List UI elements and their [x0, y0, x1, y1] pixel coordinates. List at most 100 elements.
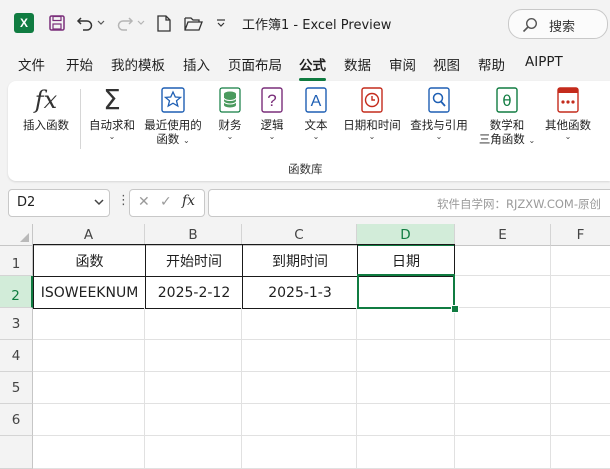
text-functions-label: 文本 [304, 118, 328, 132]
cell-a5[interactable] [33, 372, 145, 404]
redo-icon[interactable] [114, 12, 136, 34]
cell-c1[interactable]: 到期时间 [242, 244, 358, 277]
cell-e6[interactable] [455, 404, 551, 436]
fill-handle[interactable] [451, 305, 459, 313]
cell-f7[interactable] [551, 436, 610, 469]
row-header-6[interactable]: 6 [0, 404, 33, 436]
spreadsheet-grid: A B C D E F 1 2 3 4 5 6 函数 开始时间 到期时间 日期 … [0, 224, 610, 469]
column-header-a[interactable]: A [33, 224, 145, 246]
customize-toolbar-icon[interactable] [214, 12, 228, 34]
financial-button[interactable]: 财务 ⌄ [210, 85, 250, 155]
formula-input[interactable]: 软件自学网：RJZXW.COM-原创 [208, 189, 610, 217]
lookup-reference-button[interactable]: 查找与引用 ⌄ [406, 85, 472, 155]
cell-c5[interactable] [242, 372, 357, 404]
row-header-4[interactable]: 4 [0, 340, 33, 372]
cell-f5[interactable] [551, 372, 610, 404]
insert-function-label: 插入函数 [23, 118, 69, 132]
cell-d1[interactable]: 日期 [357, 244, 455, 277]
cell-b1[interactable]: 开始时间 [145, 244, 243, 277]
recent-functions-button[interactable]: 最近使用的 函数 ⌄ [140, 85, 206, 155]
fx-icon: fx [34, 86, 58, 114]
row-header-5[interactable]: 5 [0, 372, 33, 404]
cell-c7[interactable] [242, 436, 357, 469]
math-trig-button[interactable]: θ 数学和 三角函数 ⌄ [474, 85, 540, 155]
cell-b6[interactable] [145, 404, 242, 436]
cell-b7[interactable] [145, 436, 242, 469]
column-header-d[interactable]: D [357, 224, 455, 246]
tab-insert[interactable]: 插入 [183, 54, 210, 74]
tab-review[interactable]: 审阅 [389, 54, 416, 74]
cell-c4[interactable] [242, 340, 357, 372]
cell-c6[interactable] [242, 404, 357, 436]
cell-d7[interactable] [357, 436, 455, 469]
cell-a6[interactable] [33, 404, 145, 436]
tab-file[interactable]: 文件 [18, 54, 45, 74]
cell-b5[interactable] [145, 372, 242, 404]
cell-a7[interactable] [33, 436, 145, 469]
cell-f6[interactable] [551, 404, 610, 436]
tab-page-layout[interactable]: 页面布局 [228, 54, 282, 74]
cell-f2[interactable] [551, 276, 610, 308]
cell-f4[interactable] [551, 340, 610, 372]
cell-b2[interactable]: 2025-2-12 [145, 276, 243, 309]
title-bar: X 工作簿1 - Excel Preview 搜索 [0, 0, 610, 46]
cell-a3[interactable] [33, 308, 145, 340]
insert-function-button[interactable]: fx 插入函数 [18, 85, 74, 155]
more-functions-button[interactable]: 其他函数 ⌄ [540, 85, 596, 155]
redo-dropdown-icon[interactable] [136, 12, 146, 34]
function-library-group-label: 函数库 [288, 162, 323, 176]
chevron-down-icon[interactable] [93, 196, 105, 208]
cell-c2[interactable]: 2025-1-3 [242, 276, 358, 309]
cell-f1[interactable] [551, 246, 610, 276]
column-header-e[interactable]: E [455, 224, 551, 246]
cell-e2[interactable] [455, 276, 551, 308]
cell-e5[interactable] [455, 372, 551, 404]
new-file-icon[interactable] [153, 12, 175, 34]
search-box[interactable]: 搜索 [508, 9, 608, 39]
date-time-button[interactable]: 日期和时间 ⌄ [338, 85, 406, 155]
cell-d5[interactable] [357, 372, 455, 404]
cell-e7[interactable] [455, 436, 551, 469]
cell-a2[interactable]: ISOWEEKNUM [33, 276, 146, 309]
autosum-button[interactable]: Σ 自动求和 ⌄ [86, 85, 138, 155]
row-header-1[interactable]: 1 [0, 246, 33, 276]
cell-d4[interactable] [357, 340, 455, 372]
fx-icon[interactable]: fx [182, 193, 195, 209]
cell-e1[interactable] [455, 246, 551, 276]
cell-a1[interactable]: 函数 [33, 244, 146, 277]
tab-aippt[interactable]: AIPPT [525, 54, 563, 70]
cancel-icon[interactable]: ✕ [138, 194, 150, 210]
cell-e3[interactable] [455, 308, 551, 340]
tab-my-templates[interactable]: 我的模板 [111, 54, 165, 74]
tab-formulas[interactable]: 公式 [299, 54, 326, 81]
text-functions-button[interactable]: A 文本 ⌄ [296, 85, 336, 155]
logical-button[interactable]: ? 逻辑 ⌄ [252, 85, 292, 155]
tab-view[interactable]: 视图 [433, 54, 460, 74]
select-all-button[interactable] [0, 224, 33, 246]
tab-data[interactable]: 数据 [344, 54, 371, 74]
column-header-b[interactable]: B [145, 224, 242, 246]
check-icon[interactable]: ✓ [160, 194, 172, 210]
cell-a4[interactable] [33, 340, 145, 372]
open-folder-icon[interactable] [181, 12, 205, 34]
save-icon[interactable] [46, 12, 68, 34]
column-header-f[interactable]: F [551, 224, 610, 246]
tab-help[interactable]: 帮助 [478, 54, 505, 74]
tab-home[interactable]: 开始 [66, 54, 93, 74]
undo-dropdown-icon[interactable] [96, 12, 106, 34]
column-header-c[interactable]: C [242, 224, 357, 246]
cell-b4[interactable] [145, 340, 242, 372]
cell-d3[interactable] [357, 308, 455, 340]
name-box[interactable]: D2 [8, 189, 110, 217]
chevron-down-icon: ⌄ [182, 136, 190, 145]
cell-c3[interactable] [242, 308, 357, 340]
autosum-label: 自动求和 [89, 118, 135, 132]
row-header-2[interactable]: 2 [0, 276, 33, 308]
row-header-3[interactable]: 3 [0, 308, 33, 340]
cell-e4[interactable] [455, 340, 551, 372]
cell-d6[interactable] [357, 404, 455, 436]
row-header-7[interactable] [0, 436, 33, 469]
cell-b3[interactable] [145, 308, 242, 340]
cell-f3[interactable] [551, 308, 610, 340]
undo-icon[interactable] [74, 12, 96, 34]
